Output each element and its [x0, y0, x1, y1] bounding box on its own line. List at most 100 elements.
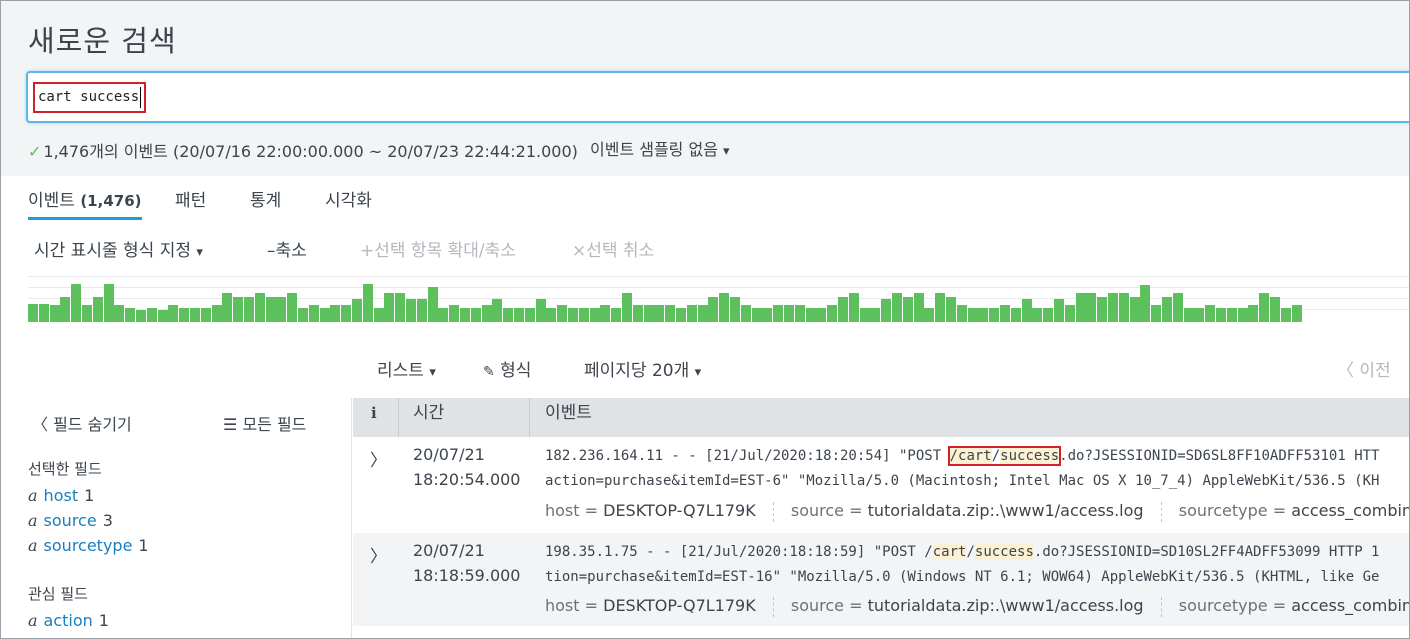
format-label[interactable]: 형식: [500, 361, 531, 381]
timeline-bar[interactable]: [643, 305, 654, 322]
field-item-action[interactable]: a action 1: [28, 611, 109, 630]
field-item-sourcetype[interactable]: a sourcetype 1: [28, 536, 149, 555]
timeline-bar[interactable]: [935, 293, 946, 322]
tab-statistics[interactable]: 통계: [250, 186, 281, 211]
timeline-bar[interactable]: [859, 308, 870, 322]
all-fields-button[interactable]: ☰ 모든 필드: [223, 411, 306, 435]
timeline-bar[interactable]: [265, 297, 276, 322]
field-name[interactable]: sourcetype: [44, 536, 133, 555]
timeline-format-label[interactable]: 시간 표시줄 형식 지정: [34, 241, 191, 261]
timeline-bar[interactable]: [1108, 293, 1118, 322]
timeline-bar[interactable]: [967, 308, 978, 322]
timeline-bar[interactable]: [49, 305, 60, 322]
event-clock[interactable]: 18:20:54.000: [413, 467, 520, 492]
field-value-source[interactable]: tutorialdata.zip:.\www1/access.log: [868, 596, 1144, 615]
timeline-bar[interactable]: [1216, 308, 1226, 322]
prev-page-button[interactable]: 〈 이전: [1337, 356, 1391, 381]
tab-visualization[interactable]: 시각화: [325, 186, 372, 211]
timeline-bar[interactable]: [1054, 299, 1064, 322]
timeline-bar[interactable]: [740, 305, 751, 322]
event-timeline[interactable]: [28, 276, 1410, 322]
hide-fields-button[interactable]: 〈 필드 숨기기: [32, 411, 132, 435]
timeline-bar[interactable]: [276, 297, 287, 322]
timeline-bar[interactable]: [816, 308, 827, 322]
event-date[interactable]: 20/07/21: [413, 442, 520, 467]
timeline-bar[interactable]: [481, 305, 492, 322]
timeline-bar[interactable]: [168, 305, 179, 322]
timeline-bar[interactable]: [125, 308, 136, 322]
timeline-bar[interactable]: [730, 297, 740, 322]
search-term-highlight[interactable]: success: [1000, 448, 1060, 464]
timeline-bar[interactable]: [665, 305, 676, 322]
timeline-bar[interactable]: [1064, 305, 1075, 322]
timeline-bar[interactable]: [233, 297, 244, 322]
timeline-bar[interactable]: [978, 308, 989, 322]
event-date[interactable]: 20/07/21: [413, 538, 520, 563]
timeline-bar[interactable]: [1280, 308, 1291, 322]
event-time[interactable]: 20/07/21 18:18:59.000: [413, 538, 520, 588]
timeline-bar[interactable]: [416, 299, 427, 322]
expand-chevron-icon[interactable]: 〉: [370, 446, 387, 471]
timeline-bar[interactable]: [470, 308, 481, 322]
timeline-bar[interactable]: [848, 293, 859, 322]
timeline-bar[interactable]: [546, 308, 557, 322]
deselect-button[interactable]: ×선택 취소: [572, 236, 654, 261]
expand-chevron-icon[interactable]: 〉: [370, 542, 387, 567]
timeline-bar[interactable]: [1183, 308, 1194, 322]
timeline-bar[interactable]: [881, 299, 892, 322]
timeline-bar[interactable]: [1129, 297, 1140, 322]
per-page-dropdown[interactable]: 페이지당 20개 ▾: [584, 356, 701, 381]
time-column-header[interactable]: 시간: [413, 398, 444, 437]
timeline-bar[interactable]: [535, 299, 546, 322]
timeline-bar[interactable]: [989, 308, 1000, 322]
timeline-bar[interactable]: [103, 284, 114, 322]
timeline-bar[interactable]: [244, 297, 254, 322]
zoom-out-label[interactable]: 축소: [276, 241, 307, 261]
timeline-bar[interactable]: [38, 304, 49, 322]
timeline-bar[interactable]: [1194, 308, 1205, 322]
timeline-bar[interactable]: [460, 308, 470, 322]
timeline-bar[interactable]: [287, 293, 298, 322]
timeline-bar[interactable]: [352, 299, 362, 322]
timeline-bar[interactable]: [82, 305, 92, 322]
timeline-bar[interactable]: [60, 297, 71, 322]
timeline-bar[interactable]: [1172, 293, 1183, 322]
tab-events-label[interactable]: 이벤트: [28, 191, 75, 211]
timeline-bar[interactable]: [654, 305, 665, 322]
timeline-bar[interactable]: [719, 293, 730, 322]
timeline-bar[interactable]: [362, 284, 373, 322]
search-term-highlight[interactable]: cart: [958, 448, 992, 464]
timeline-bar[interactable]: [1097, 297, 1108, 322]
field-name[interactable]: action: [44, 611, 93, 630]
timeline-bar[interactable]: [632, 305, 643, 322]
zoom-to-selection-button[interactable]: +선택 항목 확대/축소: [360, 236, 516, 261]
timeline-bar[interactable]: [686, 305, 697, 322]
timeline-bar[interactable]: [492, 299, 503, 322]
timeline-bar[interactable]: [524, 308, 535, 322]
event-time[interactable]: 20/07/21 18:20:54.000: [413, 442, 520, 492]
list-view-dropdown[interactable]: 리스트 ▾: [377, 356, 436, 381]
timeline-bar[interactable]: [870, 308, 881, 322]
timeline-bar[interactable]: [1226, 308, 1237, 322]
timeline-bar[interactable]: [600, 305, 611, 322]
timeline-bar[interactable]: [838, 297, 848, 322]
search-term-highlight[interactable]: cart: [932, 544, 967, 560]
format-button[interactable]: ✎ 형식: [483, 356, 531, 381]
timeline-bar[interactable]: [568, 308, 578, 322]
timeline-bar[interactable]: [1162, 297, 1172, 322]
timeline-bar[interactable]: [330, 305, 341, 322]
timeline-bar[interactable]: [341, 305, 352, 322]
table-row[interactable]: 〉 20/07/21 18:18:59.000 198.35.1.75 - - …: [353, 533, 1410, 628]
timeline-bar[interactable]: [913, 293, 924, 322]
sampling-label[interactable]: 이벤트 샘플링 없음: [590, 140, 718, 159]
search-query-text[interactable]: cart success: [38, 89, 139, 105]
event-clock[interactable]: 18:18:59.000: [413, 563, 520, 588]
timeline-bar[interactable]: [373, 308, 384, 322]
timeline-bar[interactable]: [136, 310, 146, 322]
timeline-bar[interactable]: [1140, 285, 1151, 322]
timeline-bar[interactable]: [319, 308, 330, 322]
timeline-bar[interactable]: [751, 308, 762, 322]
timeline-bar[interactable]: [611, 308, 622, 322]
timeline-bar[interactable]: [1270, 297, 1280, 322]
field-name[interactable]: host: [44, 486, 79, 505]
